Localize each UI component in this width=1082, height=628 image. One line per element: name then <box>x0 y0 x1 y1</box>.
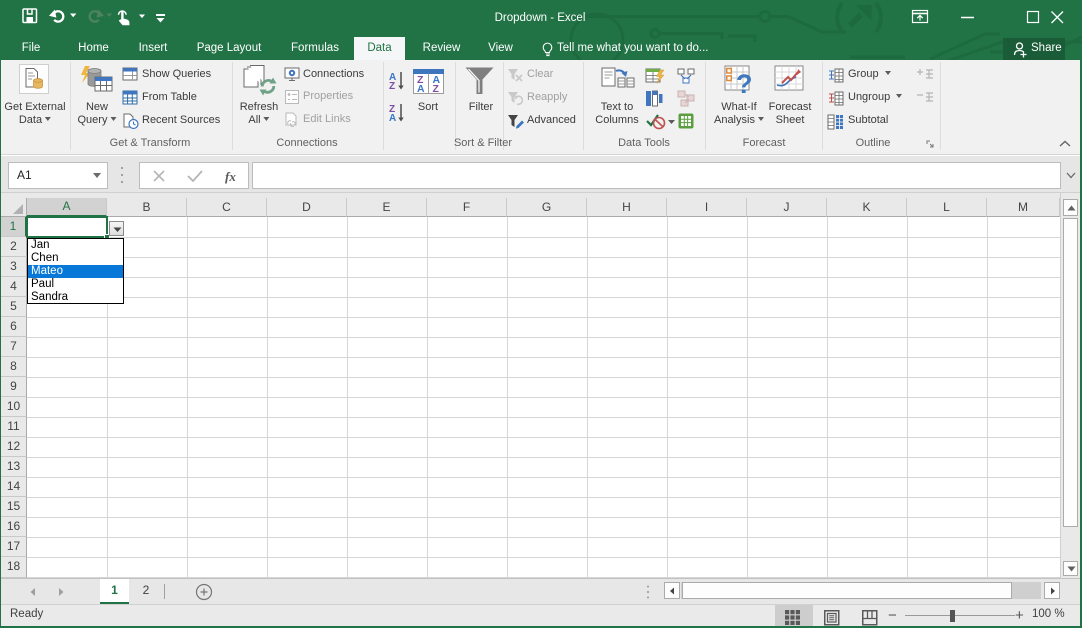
svg-text:fx: fx <box>225 169 236 184</box>
svg-text:A: A <box>389 113 396 123</box>
svg-text:Z: Z <box>433 83 440 94</box>
svg-text:Z: Z <box>389 81 395 91</box>
svg-text:A: A <box>417 83 425 94</box>
svg-text:?: ? <box>736 69 753 97</box>
